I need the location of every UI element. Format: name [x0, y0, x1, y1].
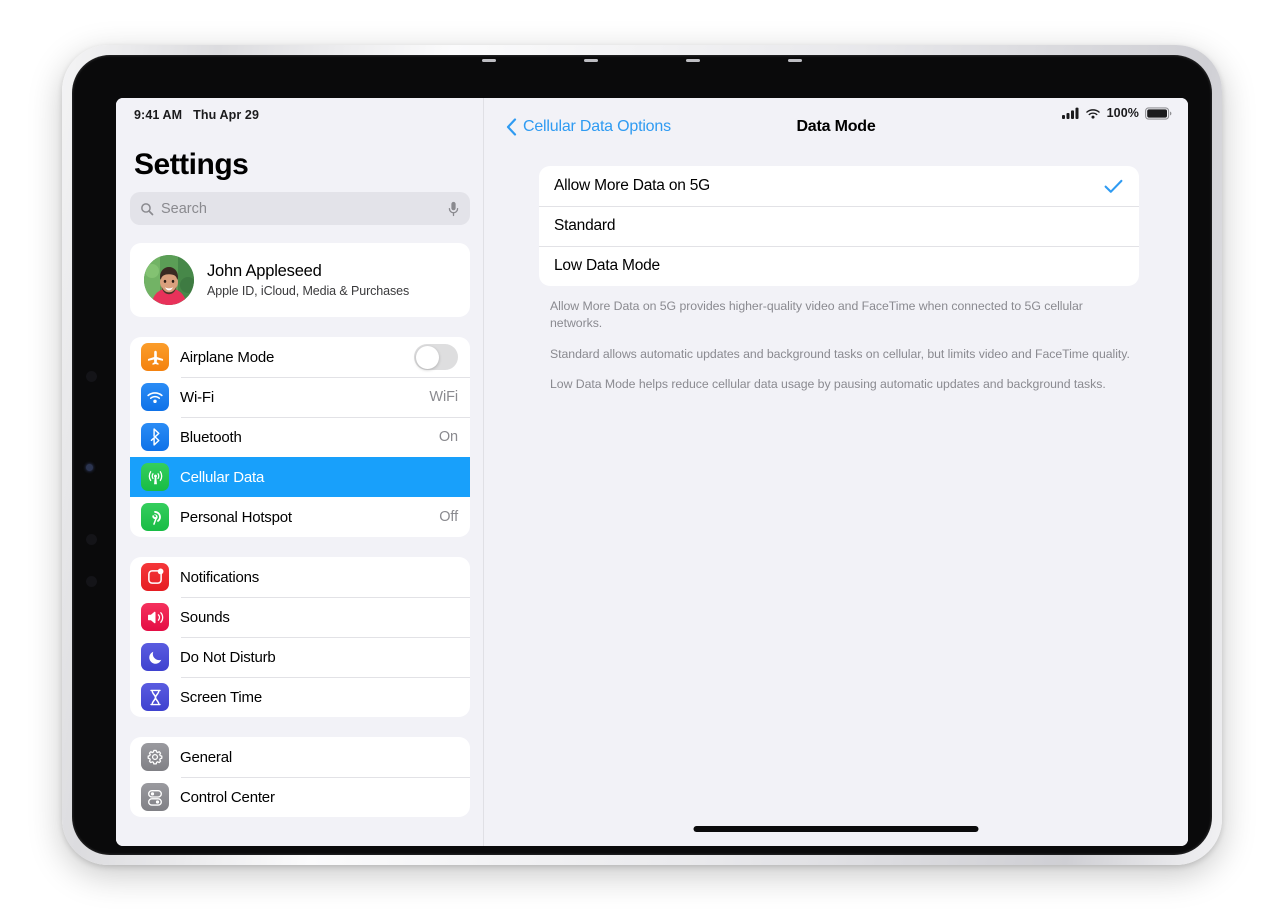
settings-sidebar: 9:41 AM Thu Apr 29 Settings Search John …	[116, 98, 484, 846]
bluetooth-icon	[141, 423, 169, 451]
camera-dot-icon	[86, 534, 97, 545]
data-mode-footnotes: Allow More Data on 5G provides higher-qu…	[550, 298, 1136, 394]
sidebar-item-airplane-mode[interactable]: Airplane Mode	[130, 337, 470, 377]
search-input[interactable]: Search	[130, 192, 470, 225]
sidebar-item-label: Do Not Disturb	[180, 648, 276, 666]
sidebar-item-notifications[interactable]: Notifications	[130, 557, 470, 597]
sidebar-item-value: WiFi	[429, 389, 458, 405]
control-center-icon	[141, 783, 169, 811]
sidebar-item-personal-hotspot[interactable]: Personal Hotspot Off	[130, 497, 470, 537]
sidebar-item-label: Wi-Fi	[180, 388, 214, 406]
airplane-icon	[141, 343, 169, 371]
sensor-dot-icon	[86, 464, 93, 471]
sidebar-item-label: Notifications	[180, 568, 260, 586]
settings-group-connectivity: Airplane Mode Wi-Fi WiFi Bluetooth On Ce…	[130, 337, 470, 537]
avatar	[144, 255, 194, 305]
camera-dot-icon	[86, 371, 97, 382]
sidebar-item-label: Personal Hotspot	[180, 508, 292, 526]
detail-pane: 100% Cellular Data Options Data Mode All…	[484, 98, 1188, 846]
sidebar-item-label: Bluetooth	[180, 428, 242, 446]
airplane-mode-toggle[interactable]	[414, 344, 458, 370]
settings-group-system: General Control Center	[130, 737, 470, 817]
sidebar-item-value: On	[438, 429, 458, 445]
sidebar-item-do-not-disturb[interactable]: Do Not Disturb	[130, 637, 470, 677]
option-label: Low Data Mode	[554, 257, 660, 274]
footnote-allow-more-data: Allow More Data on 5G provides higher-qu…	[550, 299, 1083, 331]
footnote-standard: Standard allows automatic updates and ba…	[550, 346, 1130, 361]
sidebar-item-label: Cellular Data	[180, 468, 265, 486]
sidebar-item-label: Sounds	[180, 608, 230, 626]
microphone-icon[interactable]	[447, 201, 460, 217]
speaker-grille-icon	[482, 57, 802, 63]
profile-subtitle: Apple ID, iCloud, Media & Purchases	[207, 284, 410, 298]
checkmark-icon	[1104, 179, 1123, 194]
data-mode-options-list: Allow More Data on 5G Standard Low Data …	[539, 166, 1139, 286]
sidebar-item-label: General	[180, 748, 232, 766]
hourglass-icon	[141, 683, 169, 711]
sidebar-item-label: Screen Time	[180, 688, 262, 706]
back-button[interactable]: Cellular Data Options	[506, 118, 671, 136]
option-row-allow-more-data-on-5g[interactable]: Allow More Data on 5G	[539, 166, 1139, 206]
home-indicator[interactable]	[693, 826, 979, 832]
option-row-low-data-mode[interactable]: Low Data Mode	[539, 246, 1139, 286]
status-time: 9:41 AM	[134, 108, 183, 122]
sidebar-item-value: Off	[439, 509, 458, 525]
sidebar-item-sounds[interactable]: Sounds	[130, 597, 470, 637]
search-placeholder: Search	[161, 200, 207, 217]
sidebar-item-bluetooth[interactable]: Bluetooth On	[130, 417, 470, 457]
chevron-left-icon	[506, 118, 517, 136]
ipad-bezel: 9:41 AM Thu Apr 29 Settings Search John …	[72, 55, 1212, 855]
navigation-header: Cellular Data Options Data Mode	[484, 98, 1188, 156]
sidebar-item-general[interactable]: General	[130, 737, 470, 777]
wifi-icon	[141, 383, 169, 411]
option-label: Allow More Data on 5G	[554, 177, 711, 194]
search-icon	[140, 202, 154, 216]
option-row-standard[interactable]: Standard	[539, 206, 1139, 246]
camera-dot-icon	[86, 576, 97, 587]
back-button-label: Cellular Data Options	[523, 118, 671, 135]
status-date: Thu Apr 29	[193, 108, 259, 122]
apple-id-profile-row[interactable]: John Appleseed Apple ID, iCloud, Media &…	[130, 243, 470, 317]
option-label: Standard	[554, 217, 616, 234]
screenshot-stage: 9:41 AM Thu Apr 29 Settings Search John …	[0, 0, 1280, 923]
ipad-device-frame: 9:41 AM Thu Apr 29 Settings Search John …	[62, 45, 1222, 865]
ipad-screen: 9:41 AM Thu Apr 29 Settings Search John …	[116, 98, 1188, 846]
settings-group-alerts: Notifications Sounds Do Not Disturb Scre…	[130, 557, 470, 717]
cellular-antenna-icon	[141, 463, 169, 491]
sidebar-item-label: Control Center	[180, 788, 275, 806]
gear-icon	[141, 743, 169, 771]
page-title: Settings	[134, 148, 249, 181]
moon-icon	[141, 643, 169, 671]
hotspot-icon	[141, 503, 169, 531]
notifications-icon	[141, 563, 169, 591]
sidebar-item-wifi[interactable]: Wi-Fi WiFi	[130, 377, 470, 417]
sidebar-item-label: Airplane Mode	[180, 348, 275, 366]
sidebar-item-screen-time[interactable]: Screen Time	[130, 677, 470, 717]
sidebar-item-control-center[interactable]: Control Center	[130, 777, 470, 817]
profile-name: John Appleseed	[207, 262, 322, 280]
sounds-icon	[141, 603, 169, 631]
sidebar-item-cellular-data[interactable]: Cellular Data	[130, 457, 470, 497]
status-bar: 9:41 AM Thu Apr 29	[116, 98, 484, 128]
footnote-low-data-mode: Low Data Mode helps reduce cellular data…	[550, 377, 1106, 392]
